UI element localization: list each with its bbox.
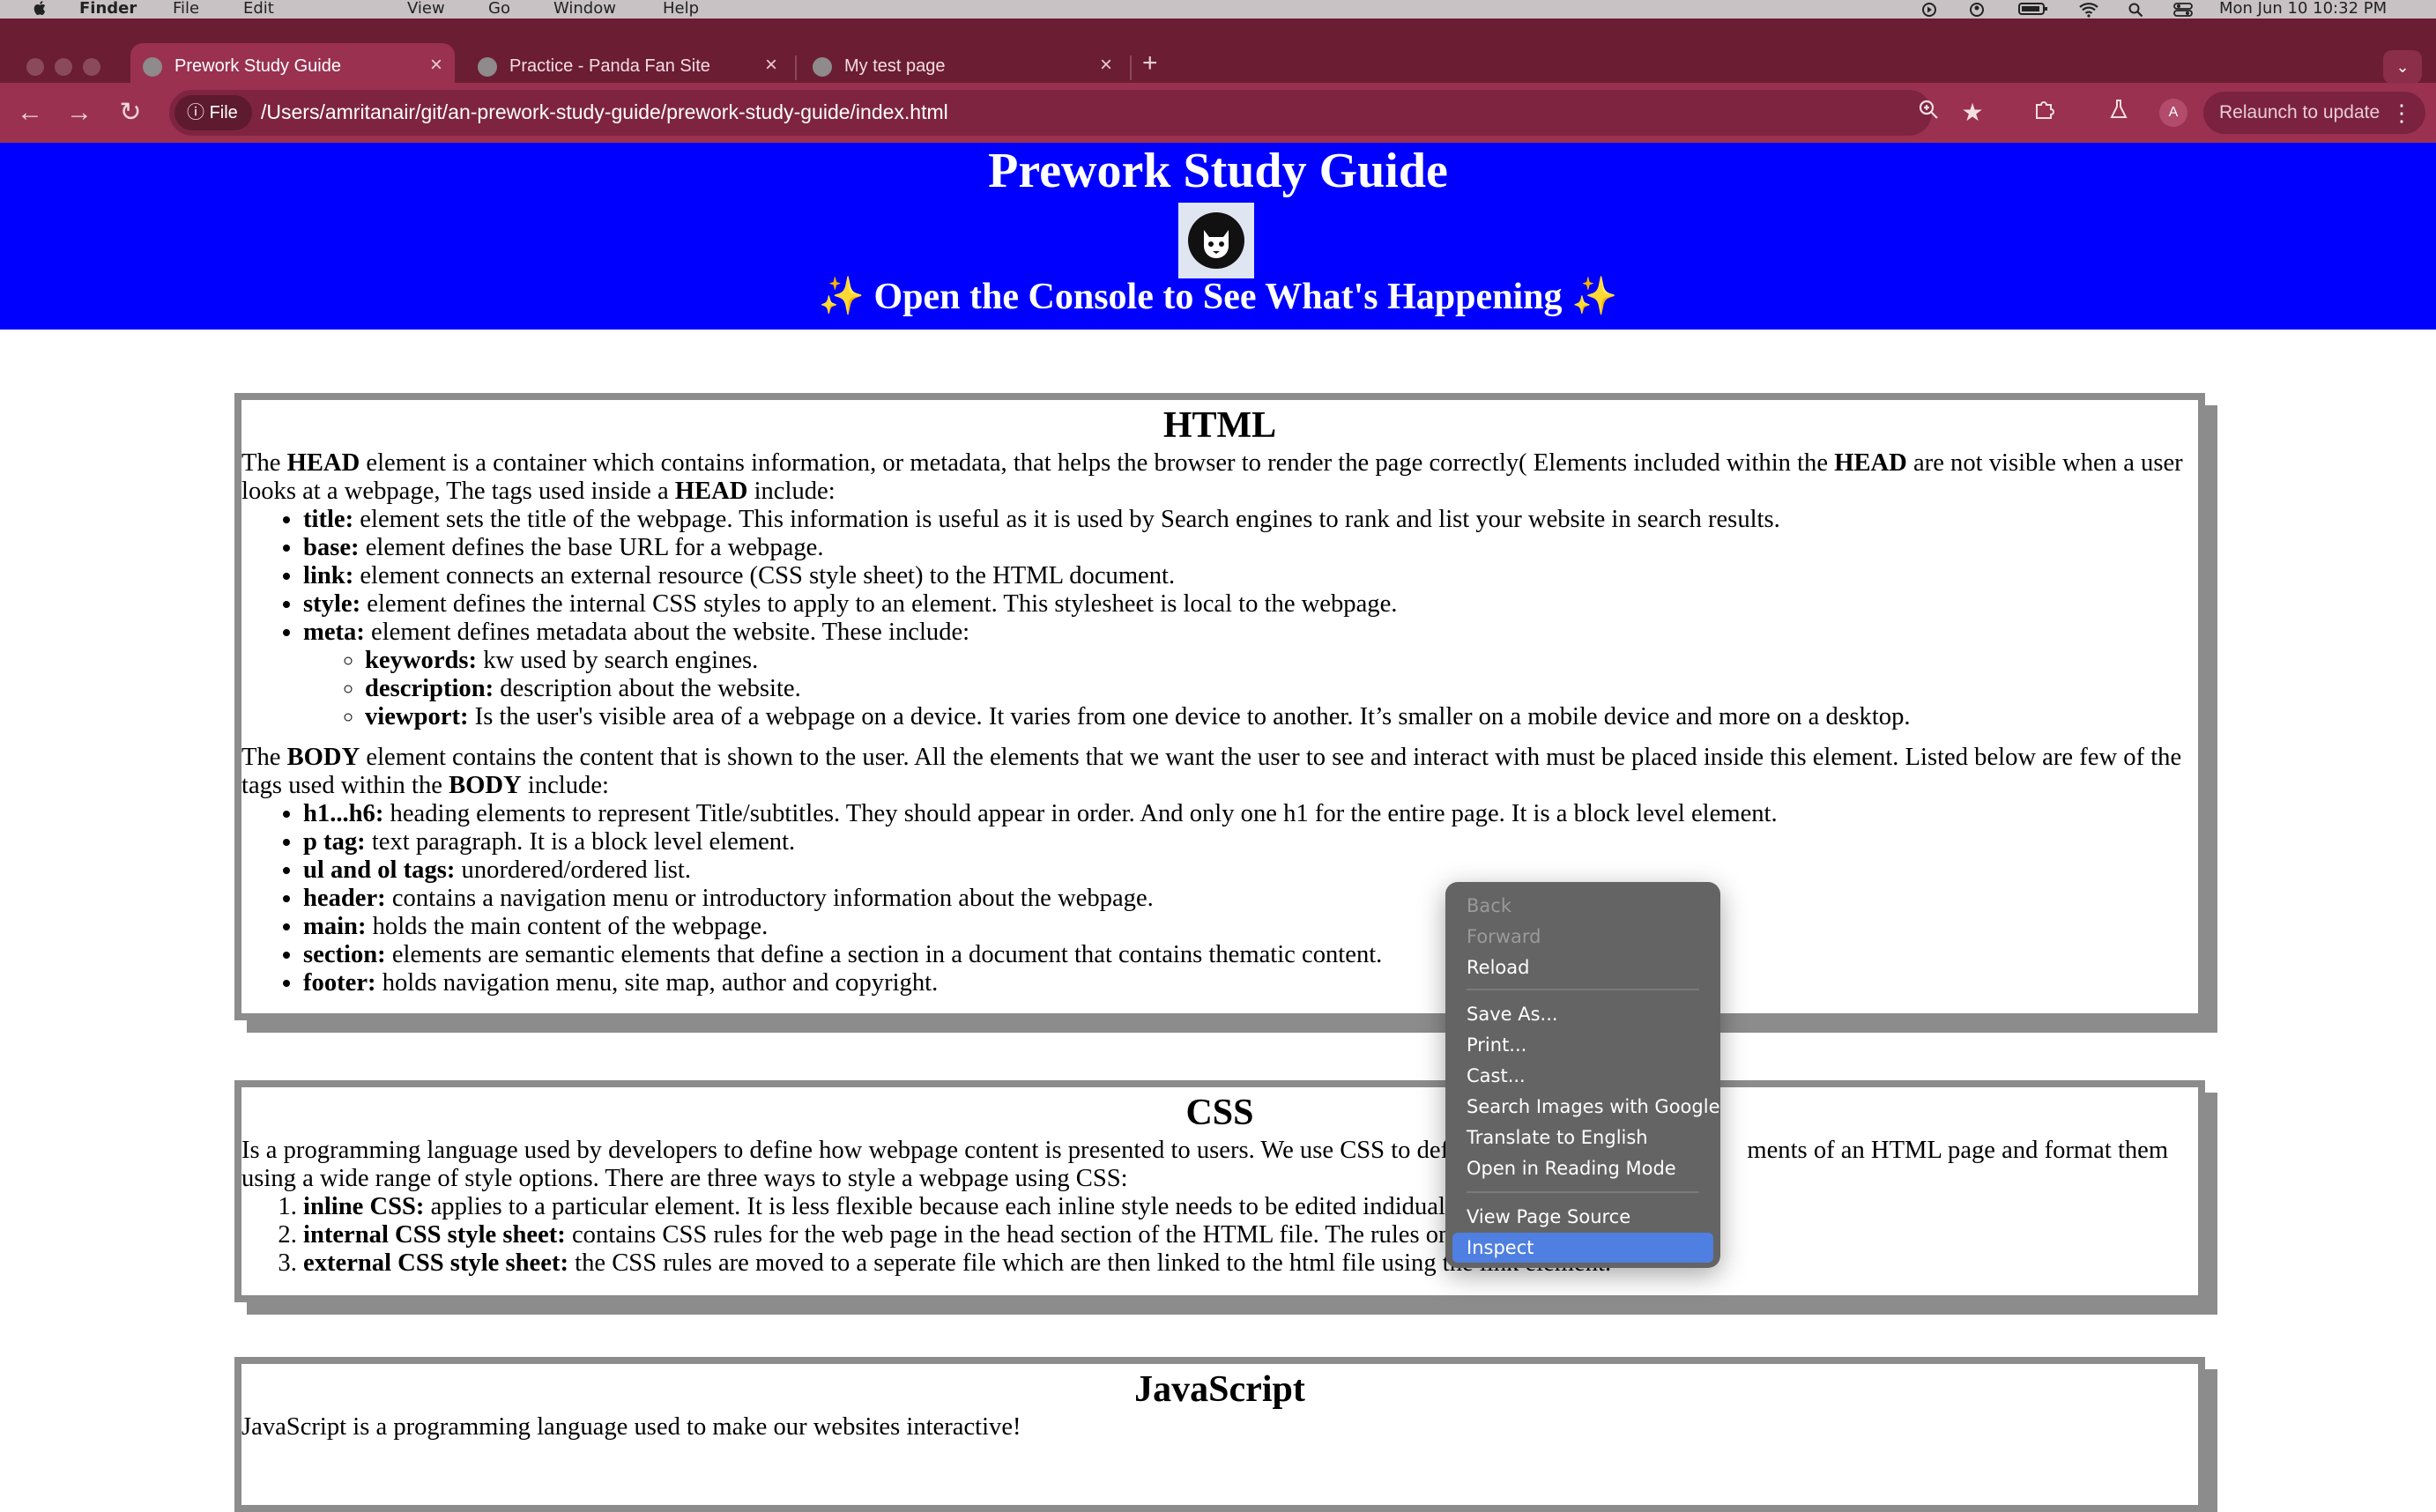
context-menu-back: Back [1467, 895, 1511, 916]
control-center-icon[interactable] [2173, 2, 2193, 17]
menu-view[interactable]: View [407, 0, 445, 19]
menu-help[interactable]: Help [663, 0, 699, 19]
site-info-chip[interactable]: ⓘ File [175, 95, 252, 130]
menubar-clock[interactable]: Mon Jun 10 10:32 PM [2219, 0, 2387, 19]
list-item: ul and ol tags: unordered/ordered list. [303, 856, 2198, 885]
list-item: inline CSS: applies to a particular elem… [303, 1193, 2198, 1221]
context-menu-view-source[interactable]: View Page Source [1452, 1202, 1713, 1232]
url-text[interactable]: /Users/amritanair/git/an-prework-study-g… [261, 100, 948, 124]
back-arrow-icon[interactable]: ← [12, 95, 48, 130]
context-menu-reading-mode[interactable]: Open in Reading Mode [1452, 1153, 1713, 1183]
list-item: link: element connects an external resou… [303, 562, 2198, 590]
globe-favicon-icon [478, 57, 497, 77]
reload-icon[interactable]: ↻ [113, 95, 148, 130]
user-status-icon[interactable] [1969, 2, 1985, 17]
menu-edit[interactable]: Edit [243, 0, 274, 19]
browser-toolbar: ← → ↻ ⓘ File /Users/amritanair/git/an-pr… [0, 83, 2436, 143]
html-section: HTML The HEAD element is a container whi… [234, 393, 2205, 1020]
battery-icon[interactable] [2018, 2, 2048, 16]
list-item: footer: holds navigation menu, site map,… [303, 969, 2198, 997]
css-intro-paragraph: Is a programming language used by develo… [241, 1137, 2169, 1192]
window-minimize-button[interactable] [55, 58, 72, 76]
zoom-icon[interactable] [1911, 95, 1946, 130]
window-close-button[interactable] [26, 58, 44, 76]
context-menu: Back Forward Reload Save As... Print... … [1445, 882, 1720, 1268]
info-icon: ⓘ [187, 103, 210, 122]
relaunch-to-update-button[interactable]: Relaunch to update ⋮ [2203, 92, 2425, 134]
profile-avatar[interactable]: A [2159, 99, 2187, 127]
list-item: p tag: text paragraph. It is a block lev… [303, 828, 2198, 856]
cat-logo-image [1178, 203, 1254, 278]
page-header: Prework Study Guide ✨ Open the Console t… [0, 143, 2436, 330]
tab-title: Practice - Panda Fan Site [509, 56, 710, 76]
context-menu-forward: Forward [1467, 926, 1541, 947]
list-item: style: element defines the internal CSS … [303, 590, 2198, 619]
html-heading: HTML [1162, 405, 1277, 446]
page-title: Prework Study Guide [988, 144, 1448, 198]
list-item: base: element defines the base URL for a… [303, 534, 2198, 562]
close-tab-icon[interactable]: × [1100, 53, 1112, 78]
meta-list: keywords: kw used by search engines. des… [303, 647, 2198, 731]
play-status-icon[interactable] [1921, 2, 1937, 17]
page-subtitle: ✨ Open the Console to See What's Happeni… [818, 277, 1618, 317]
javascript-intro-paragraph: JavaScript is a programming language use… [241, 1413, 1021, 1441]
list-item: section: elements are semantic elements … [303, 941, 2198, 969]
extensions-puzzle-icon[interactable] [2027, 95, 2062, 130]
context-menu-search-images[interactable]: Search Images with Google [1452, 1092, 1720, 1122]
tab-separator [1130, 56, 1132, 80]
css-heading: CSS [1185, 1093, 1254, 1133]
list-item: viewport: Is the user's visible area of … [365, 703, 2198, 731]
close-tab-icon[interactable]: × [430, 53, 442, 78]
globe-favicon-icon [143, 57, 162, 77]
relaunch-label: Relaunch to update [2219, 102, 2380, 122]
macos-menu-bar: Finder File Edit View Go Window Help Mon… [0, 0, 2436, 19]
list-item: main: holds the main content of the webp… [303, 913, 2198, 941]
close-tab-icon[interactable]: × [765, 53, 777, 78]
tab-title: My test page [844, 56, 946, 76]
body-tags-list: h1...h6: heading elements to represent T… [241, 800, 2198, 997]
list-item: h1...h6: heading elements to represent T… [303, 800, 2198, 828]
tab-search-chevron-icon[interactable]: ⌄ [2383, 50, 2422, 84]
head-paragraph: The HEAD element is a container which co… [241, 449, 2183, 505]
javascript-section: JavaScript JavaScript is a programming l… [234, 1357, 2205, 1512]
menu-go[interactable]: Go [488, 0, 510, 19]
tab-separator [795, 56, 797, 80]
context-menu-reload[interactable]: Reload [1452, 952, 1713, 982]
globe-favicon-icon [813, 57, 832, 77]
body-paragraph: The BODY element contains the content th… [241, 744, 2182, 799]
address-bar[interactable]: ⓘ File /Users/amritanair/git/an-prework-… [169, 90, 1932, 136]
site-info-label: File [209, 103, 238, 122]
kebab-menu-icon[interactable]: ⋮ [2390, 92, 2413, 134]
context-menu-cast[interactable]: Cast... [1452, 1061, 1713, 1091]
context-menu-translate[interactable]: Translate to English [1452, 1123, 1713, 1153]
cat-face-icon [1188, 212, 1244, 269]
menu-file[interactable]: File [173, 0, 199, 19]
list-item: header: contains a navigation menu or in… [303, 885, 2198, 913]
css-methods-list: inline CSS: applies to a particular elem… [241, 1193, 2198, 1278]
bookmark-star-icon[interactable]: ★ [1955, 95, 1990, 130]
list-item: external CSS style sheet: the CSS rules … [303, 1249, 2198, 1278]
forward-arrow-icon[interactable]: → [62, 95, 97, 130]
menu-finder[interactable]: Finder [79, 0, 137, 19]
tab-title: Prework Study Guide [175, 56, 341, 76]
new-tab-button[interactable]: + [1142, 48, 1158, 78]
list-item: keywords: kw used by search engines. [365, 647, 2198, 675]
menu-divider [1467, 989, 1699, 990]
wifi-icon[interactable] [2078, 2, 2099, 18]
spotlight-search-icon[interactable] [2128, 2, 2143, 18]
head-tags-list: title: element sets the title of the web… [241, 506, 2198, 731]
labs-flask-icon[interactable] [2101, 95, 2136, 130]
list-item: internal CSS style sheet: contains CSS r… [303, 1221, 2198, 1249]
context-menu-print[interactable]: Print... [1452, 1030, 1713, 1060]
context-menu-save-as[interactable]: Save As... [1452, 999, 1713, 1029]
list-item: meta: element defines metadata about the… [303, 619, 2198, 731]
list-item: description: description about the websi… [365, 675, 2198, 703]
javascript-heading: JavaScript [1134, 1369, 1305, 1410]
menu-divider [1467, 1191, 1699, 1193]
menu-window[interactable]: Window [553, 0, 616, 19]
list-item: title: element sets the title of the web… [303, 506, 2198, 534]
window-zoom-button[interactable] [83, 58, 100, 76]
css-section: CSS Is a programming language used by de… [234, 1080, 2205, 1302]
context-menu-inspect[interactable]: Inspect [1452, 1233, 1713, 1263]
